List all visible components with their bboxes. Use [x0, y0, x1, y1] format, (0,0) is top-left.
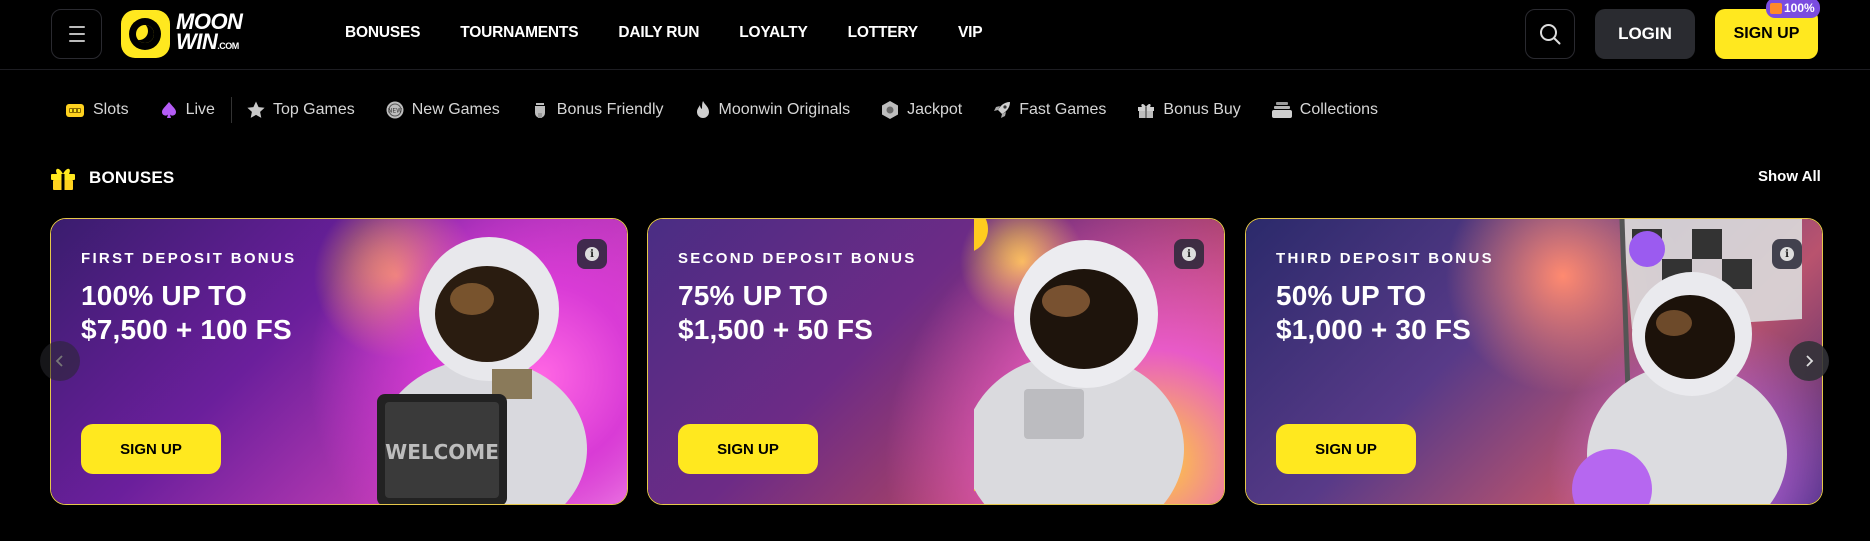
bonus-card-first-deposit[interactable]: WELCOME FIRST DEPOSIT BONUS 100% UP TO $…: [50, 218, 628, 505]
stack-icon: [1271, 102, 1292, 118]
category-bar: Slots Live Top Games NEW New Games Bonus…: [64, 88, 1378, 132]
nav-daily-run[interactable]: DAILY RUN: [618, 24, 699, 42]
chevron-left-icon: [55, 355, 63, 367]
category-moonwin-originals[interactable]: Moonwin Originals: [694, 100, 850, 120]
card-title: 100% UP TO $7,500 + 100 FS: [81, 280, 292, 345]
category-collections[interactable]: Collections: [1271, 100, 1378, 120]
moon-logo-icon: [121, 10, 170, 58]
carousel-prev-button[interactable]: [40, 341, 80, 381]
bonuses-section-header: BONUSES: [49, 163, 174, 193]
card-title: 50% UP TO $1,000 + 30 FS: [1276, 280, 1472, 345]
main-nav: BONUSES TOURNAMENTS DAILY RUN LOYALTY LO…: [345, 0, 1022, 66]
card-label: THIRD DEPOSIT BONUS: [1276, 250, 1494, 267]
info-button[interactable]: i: [577, 239, 607, 269]
gift-icon: [1138, 103, 1155, 118]
card-signup-button[interactable]: SIGN UP: [81, 424, 221, 474]
nav-bonuses[interactable]: BONUSES: [345, 24, 420, 42]
category-live[interactable]: Live: [159, 100, 215, 120]
signup-bonus-badge: 100%: [1766, 0, 1820, 18]
nav-vip[interactable]: VIP: [958, 24, 983, 42]
spade-icon: [161, 102, 176, 118]
logo-text: MOON WIN.COM: [176, 9, 243, 54]
site-logo[interactable]: MOON WIN.COM: [121, 9, 243, 58]
info-icon: i: [585, 247, 599, 261]
login-button[interactable]: LOGIN: [1595, 9, 1695, 59]
astronaut-illustration: [1572, 219, 1802, 504]
hamburger-icon: [68, 26, 85, 28]
astronaut-illustration: [974, 219, 1184, 504]
rocket-icon: [994, 102, 1011, 118]
gift-icon: [51, 168, 75, 190]
category-slots[interactable]: Slots: [64, 100, 129, 120]
svg-text:NEW: NEW: [388, 108, 402, 115]
bonus-card-second-deposit[interactable]: SECOND DEPOSIT BONUS 75% UP TO $1,500 + …: [647, 218, 1225, 505]
bonus-card-third-deposit[interactable]: THIRD DEPOSIT BONUS 50% UP TO $1,000 + 3…: [1245, 218, 1823, 505]
site-header: MOON WIN.COM BONUSES TOURNAMENTS DAILY R…: [0, 0, 1870, 70]
category-divider: [230, 97, 232, 123]
nav-lottery[interactable]: LOTTERY: [848, 24, 919, 42]
astronaut-illustration: WELCOME: [377, 237, 587, 504]
info-icon: i: [1182, 247, 1196, 261]
nav-loyalty[interactable]: LOYALTY: [739, 24, 808, 42]
category-jackpot[interactable]: Jackpot: [880, 100, 962, 120]
category-bonus-friendly[interactable]: Bonus Friendly: [530, 100, 664, 120]
card-signup-button[interactable]: SIGN UP: [678, 424, 818, 474]
category-new-games[interactable]: NEW New Games: [385, 100, 500, 120]
info-button[interactable]: i: [1174, 239, 1204, 269]
slot-machine-icon: [66, 104, 84, 117]
info-icon: i: [1780, 247, 1794, 261]
menu-button[interactable]: [51, 9, 102, 59]
card-signup-button[interactable]: SIGN UP: [1276, 424, 1416, 474]
card-label: FIRST DEPOSIT BONUS: [81, 250, 297, 267]
card-label: SECOND DEPOSIT BONUS: [678, 250, 917, 267]
flame-icon: [696, 101, 709, 118]
card-title: 75% UP TO $1,500 + 50 FS: [678, 280, 874, 345]
category-fast-games[interactable]: Fast Games: [992, 100, 1106, 120]
gift-icon: [1770, 2, 1782, 14]
nav-tournaments[interactable]: TOURNAMENTS: [460, 24, 578, 42]
info-button[interactable]: i: [1772, 239, 1802, 269]
jackpot-icon: [882, 101, 899, 119]
category-bonus-buy[interactable]: Bonus Buy: [1136, 100, 1241, 120]
search-icon: [1540, 24, 1561, 45]
carousel-next-button[interactable]: [1789, 341, 1829, 381]
category-top-games[interactable]: Top Games: [246, 100, 355, 120]
star-icon: [247, 101, 265, 118]
chevron-right-icon: [1806, 355, 1814, 367]
search-button[interactable]: [1525, 9, 1575, 59]
section-title: BONUSES: [89, 168, 175, 187]
show-all-link[interactable]: Show All: [1758, 168, 1821, 185]
trophy-icon: [534, 103, 545, 118]
new-badge-icon: NEW: [386, 101, 404, 119]
welcome-sign-text: WELCOME: [385, 440, 499, 464]
